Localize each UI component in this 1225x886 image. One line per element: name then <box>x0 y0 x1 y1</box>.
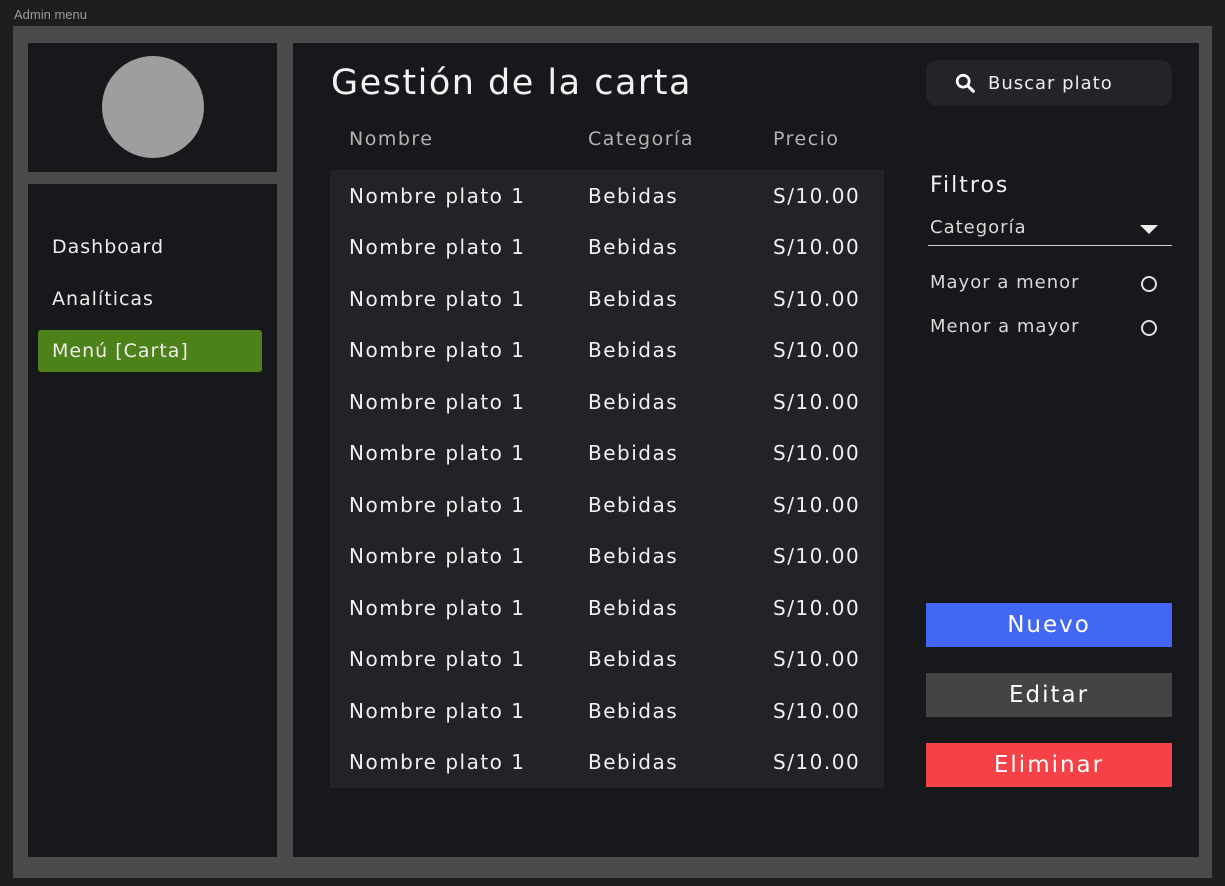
sidebar-item-label: Analíticas <box>52 288 154 310</box>
sort-option-label: Menor a mayor <box>930 316 1080 337</box>
sidebar-item-label: Menú [Carta] <box>52 340 189 362</box>
table-row[interactable]: Nombre plato 1 Bebidas S/10.00 <box>330 531 884 582</box>
cell-category: Bebidas <box>588 338 679 362</box>
cell-category: Bebidas <box>588 184 679 208</box>
sidebar: Dashboard Analíticas Menú [Carta] <box>28 184 277 857</box>
cell-price: S/10.00 <box>773 338 861 362</box>
cell-name: Nombre plato 1 <box>349 596 526 620</box>
column-header-categoria[interactable]: Categoría <box>588 128 694 150</box>
radio-button[interactable] <box>1141 276 1157 292</box>
cell-name: Nombre plato 1 <box>349 441 526 465</box>
cell-name: Nombre plato 1 <box>349 235 526 259</box>
cell-name: Nombre plato 1 <box>349 647 526 671</box>
table-row[interactable]: Nombre plato 1 Bebidas S/10.00 <box>330 480 884 531</box>
search-input[interactable]: Buscar plato <box>926 60 1172 106</box>
cell-category: Bebidas <box>588 235 679 259</box>
new-button[interactable]: Nuevo <box>926 603 1172 647</box>
cell-price: S/10.00 <box>773 441 861 465</box>
cell-category: Bebidas <box>588 699 679 723</box>
table-row[interactable]: Nombre plato 1 Bebidas S/10.00 <box>330 274 884 325</box>
cell-price: S/10.00 <box>773 699 861 723</box>
sort-option-mayor-a-menor[interactable]: Mayor a menor <box>930 270 1172 296</box>
sidebar-item-menu-carta[interactable]: Menú [Carta] <box>38 330 262 372</box>
table-row[interactable]: Nombre plato 1 Bebidas S/10.00 <box>330 377 884 428</box>
cell-price: S/10.00 <box>773 390 861 414</box>
cell-category: Bebidas <box>588 647 679 671</box>
cell-name: Nombre plato 1 <box>349 750 526 774</box>
delete-button[interactable]: Eliminar <box>926 743 1172 787</box>
category-select[interactable]: Categoría <box>928 215 1172 246</box>
cell-name: Nombre plato 1 <box>349 287 526 311</box>
table-row[interactable]: Nombre plato 1 Bebidas S/10.00 <box>330 737 884 788</box>
cell-price: S/10.00 <box>773 596 861 620</box>
table-row[interactable]: Nombre plato 1 Bebidas S/10.00 <box>330 222 884 273</box>
menu-table: Nombre plato 1 Bebidas S/10.00 Nombre pl… <box>330 170 884 788</box>
cell-price: S/10.00 <box>773 184 861 208</box>
cell-name: Nombre plato 1 <box>349 184 526 208</box>
edit-button[interactable]: Editar <box>926 673 1172 717</box>
cell-category: Bebidas <box>588 596 679 620</box>
search-icon <box>955 73 975 93</box>
sidebar-item-analiticas[interactable]: Analíticas <box>38 278 262 320</box>
cell-price: S/10.00 <box>773 287 861 311</box>
radio-button[interactable] <box>1141 320 1157 336</box>
sidebar-item-dashboard[interactable]: Dashboard <box>38 226 262 268</box>
cell-price: S/10.00 <box>773 750 861 774</box>
cell-category: Bebidas <box>588 390 679 414</box>
table-row[interactable]: Nombre plato 1 Bebidas S/10.00 <box>330 325 884 376</box>
cell-name: Nombre plato 1 <box>349 493 526 517</box>
table-row[interactable]: Nombre plato 1 Bebidas S/10.00 <box>330 686 884 737</box>
cell-name: Nombre plato 1 <box>349 338 526 362</box>
filters-title: Filtros <box>930 173 1010 198</box>
cell-price: S/10.00 <box>773 493 861 517</box>
avatar[interactable] <box>102 56 204 158</box>
frame-label: Admin menu <box>14 7 87 22</box>
table-row[interactable]: Nombre plato 1 Bebidas S/10.00 <box>330 634 884 685</box>
cell-price: S/10.00 <box>773 235 861 259</box>
cell-name: Nombre plato 1 <box>349 699 526 723</box>
table-row[interactable]: Nombre plato 1 Bebidas S/10.00 <box>330 428 884 479</box>
cell-category: Bebidas <box>588 544 679 568</box>
column-header-nombre[interactable]: Nombre <box>349 128 434 150</box>
cell-category: Bebidas <box>588 287 679 311</box>
profile-panel <box>28 43 277 172</box>
cell-name: Nombre plato 1 <box>349 390 526 414</box>
sort-option-menor-a-mayor[interactable]: Menor a mayor <box>930 314 1172 340</box>
sort-option-label: Mayor a menor <box>930 272 1080 293</box>
category-select-value: Categoría <box>930 217 1027 238</box>
table-row[interactable]: Nombre plato 1 Bebidas S/10.00 <box>330 583 884 634</box>
cell-name: Nombre plato 1 <box>349 544 526 568</box>
cell-category: Bebidas <box>588 441 679 465</box>
caret-down-icon <box>1140 225 1158 234</box>
cell-price: S/10.00 <box>773 544 861 568</box>
table-row[interactable]: Nombre plato 1 Bebidas S/10.00 <box>330 171 884 222</box>
cell-category: Bebidas <box>588 750 679 774</box>
cell-price: S/10.00 <box>773 647 861 671</box>
sidebar-item-label: Dashboard <box>52 236 165 258</box>
search-placeholder: Buscar plato <box>988 72 1113 94</box>
cell-category: Bebidas <box>588 493 679 517</box>
column-header-precio[interactable]: Precio <box>773 128 840 150</box>
main-panel: Gestión de la carta Buscar plato Nombre … <box>293 43 1199 857</box>
page-title: Gestión de la carta <box>331 63 692 103</box>
